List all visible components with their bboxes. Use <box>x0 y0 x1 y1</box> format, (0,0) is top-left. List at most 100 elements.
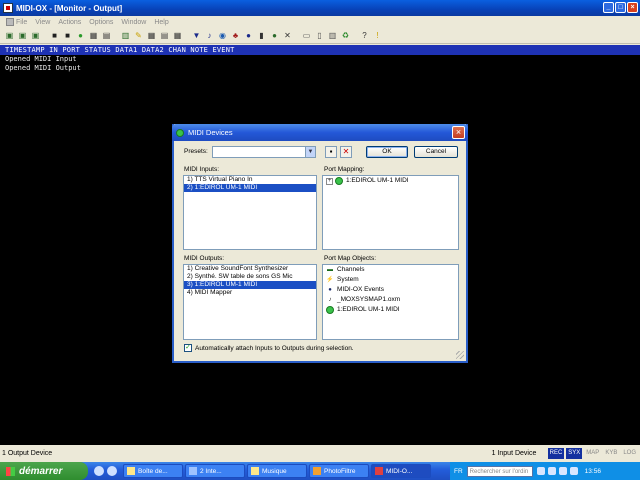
volume-icon[interactable] <box>547 467 556 475</box>
minimize-button[interactable]: _ <box>603 2 614 13</box>
network-icon[interactable] <box>558 467 567 475</box>
chevron-down-icon[interactable]: ▼ <box>305 147 315 157</box>
reset-icon[interactable]: ▯ <box>314 30 325 41</box>
list-item[interactable]: 3) 1:EDIROL UM-1 MIDI <box>184 281 316 289</box>
dialog-close-button[interactable]: × <box>452 126 465 139</box>
sysex-icon[interactable]: ▤ <box>159 30 170 41</box>
tree-item[interactable]: + 1:EDIROL UM-1 MIDI <box>323 176 458 186</box>
list-item[interactable]: ▬ Channels <box>323 265 458 275</box>
taskbar-item[interactable]: Boîte de... <box>123 464 183 478</box>
resize-grip[interactable] <box>456 351 464 359</box>
folder-icon <box>251 467 259 475</box>
midi-outputs-label: MIDI Outputs: <box>184 255 225 262</box>
taskbar-item[interactable]: 2 Inte... <box>185 464 245 478</box>
copy-icon[interactable]: ● <box>269 30 280 41</box>
taskbar-item-label: Boîte de... <box>138 467 168 475</box>
bank-icon[interactable]: ♣ <box>230 30 241 41</box>
folder-icon <box>127 467 135 475</box>
ports-icon[interactable]: ● <box>75 30 86 41</box>
status-bar: 1 Output Device 1 Input Device REC SYX M… <box>0 445 640 461</box>
open-icon[interactable]: ▣ <box>17 30 28 41</box>
port-map-objects-list[interactable]: ▬ Channels ⚡ System ● MIDI-OX Events ♪ _… <box>322 264 459 340</box>
list-item[interactable]: ⚡ System <box>323 275 458 285</box>
close-button[interactable]: × <box>627 2 638 13</box>
presets-combo[interactable]: ▼ <box>212 146 316 158</box>
pencil-icon[interactable]: ✎ <box>133 30 144 41</box>
circle-icon[interactable]: ◉ <box>217 30 228 41</box>
sync-icon[interactable]: ♻ <box>340 30 351 41</box>
delete-preset-icon[interactable]: ✕ <box>340 146 352 158</box>
patch-icon[interactable]: ♪ <box>204 30 215 41</box>
menu-view[interactable]: View <box>31 19 54 26</box>
clear-icon[interactable]: ▮ <box>256 30 267 41</box>
list-item-label: MIDI-OX Events <box>337 286 384 293</box>
midi-outputs-list[interactable]: 1) Creative SoundFont Synthesizer 2) Syn… <box>183 264 317 340</box>
app-icon[interactable] <box>3 3 13 13</box>
channels-icon: ▬ <box>327 267 333 273</box>
list-item[interactable]: 2) 1:EDIROL UM-1 MIDI <box>184 184 316 192</box>
auto-attach-checkbox[interactable]: ✓ <box>184 344 192 352</box>
taskbar-item[interactable]: MIDI-O... <box>371 464 431 478</box>
taskbar-item[interactable]: PhotoFiltre <box>309 464 369 478</box>
media-icon[interactable] <box>107 466 117 476</box>
auto-attach-label: Automatically attach Inputs to Outputs d… <box>195 345 354 352</box>
ok-button[interactable]: OK <box>366 146 408 158</box>
desktop-search-input[interactable]: Rechercher sur l'ordin <box>466 465 533 477</box>
save-preset-icon[interactable]: ▪ <box>325 146 337 158</box>
title-bar[interactable]: MIDI-OX - [Monitor - Output] _ □ × <box>0 0 640 16</box>
list-item[interactable]: 4) MIDI Mapper <box>184 289 316 297</box>
instrument-icon[interactable]: ▦ <box>172 30 183 41</box>
dialog-title-bar[interactable]: MIDI Devices × <box>172 124 468 141</box>
system-tray: FR Rechercher sur l'ordin 13:56 <box>450 462 640 480</box>
monitor-output-icon[interactable]: ■ <box>62 30 73 41</box>
midi-devices-dialog: MIDI Devices × Presets: ▼ ▪ ✕ OK Cancel … <box>172 124 468 363</box>
menu-file-label: File <box>16 18 28 26</box>
keyboard-icon[interactable]: ▤ <box>101 30 112 41</box>
port-icon <box>326 306 334 314</box>
menu-file[interactable]: File <box>2 18 31 26</box>
list-item-label: Channels <box>337 266 365 273</box>
midi-inputs-label: MIDI Inputs: <box>184 166 220 173</box>
options-icon[interactable]: ▭ <box>301 30 312 41</box>
port-mapping-tree[interactable]: + 1:EDIROL UM-1 MIDI <box>322 175 459 250</box>
monitor-input-icon[interactable]: ■ <box>49 30 60 41</box>
list-item[interactable]: 2) Synthé. SW table de sons GS Mic <box>184 273 316 281</box>
browser-window-icon <box>189 467 197 475</box>
save-icon[interactable]: ▣ <box>30 30 41 41</box>
dial-icon[interactable]: ● <box>243 30 254 41</box>
maximize-button[interactable]: □ <box>615 2 626 13</box>
menu-window[interactable]: Window <box>117 19 150 26</box>
expand-icon[interactable]: + <box>326 177 333 185</box>
input-device-count: 1 Input Device <box>491 449 537 457</box>
menu-help[interactable]: Help <box>150 19 172 26</box>
close-all-icon[interactable]: ✕ <box>282 30 293 41</box>
grid-icon[interactable]: ▦ <box>88 30 99 41</box>
list-item-label: System <box>337 276 359 283</box>
start-button[interactable]: démarrer <box>0 462 88 480</box>
new-icon[interactable]: ▣ <box>4 30 15 41</box>
help-icon[interactable]: ? <box>359 30 370 41</box>
language-indicator[interactable]: FR <box>454 468 463 475</box>
list-item[interactable]: ● MIDI-OX Events <box>323 285 458 295</box>
list-item[interactable]: 1) TTS Virtual Piano In <box>184 176 316 184</box>
midi-inputs-list[interactable]: 1) TTS Virtual Piano In 2) 1:EDIROL UM-1… <box>183 175 317 250</box>
note-icon[interactable]: ▼ <box>191 30 202 41</box>
filter-icon[interactable]: ▥ <box>120 30 131 41</box>
tree-item-label: 1:EDIROL UM-1 MIDI <box>346 177 409 184</box>
monitor-column-header: TIMESTAMP IN PORT STATUS DATA1 DATA2 CHA… <box>0 45 640 55</box>
list-item[interactable]: ♪ _MOXSYSMAP1.oxm <box>323 295 458 305</box>
list-item[interactable]: 1) Creative SoundFont Synthesizer <box>184 265 316 273</box>
panic-icon[interactable]: ▥ <box>327 30 338 41</box>
port-mapping-label: Port Mapping: <box>324 166 365 173</box>
list-item[interactable]: 1:EDIROL UM-1 MIDI <box>323 305 458 315</box>
speaker-icon[interactable] <box>569 467 578 475</box>
mapping-icon[interactable]: ▦ <box>146 30 157 41</box>
menu-options[interactable]: Options <box>85 19 117 26</box>
taskbar-item-label: 2 Inte... <box>200 467 222 475</box>
cancel-button[interactable]: Cancel <box>414 146 458 158</box>
pin-icon[interactable]: ! <box>372 30 383 41</box>
search-icon[interactable] <box>536 467 545 475</box>
browser-icon[interactable] <box>94 466 104 476</box>
taskbar-item[interactable]: Musique <box>247 464 307 478</box>
menu-actions[interactable]: Actions <box>54 19 85 26</box>
